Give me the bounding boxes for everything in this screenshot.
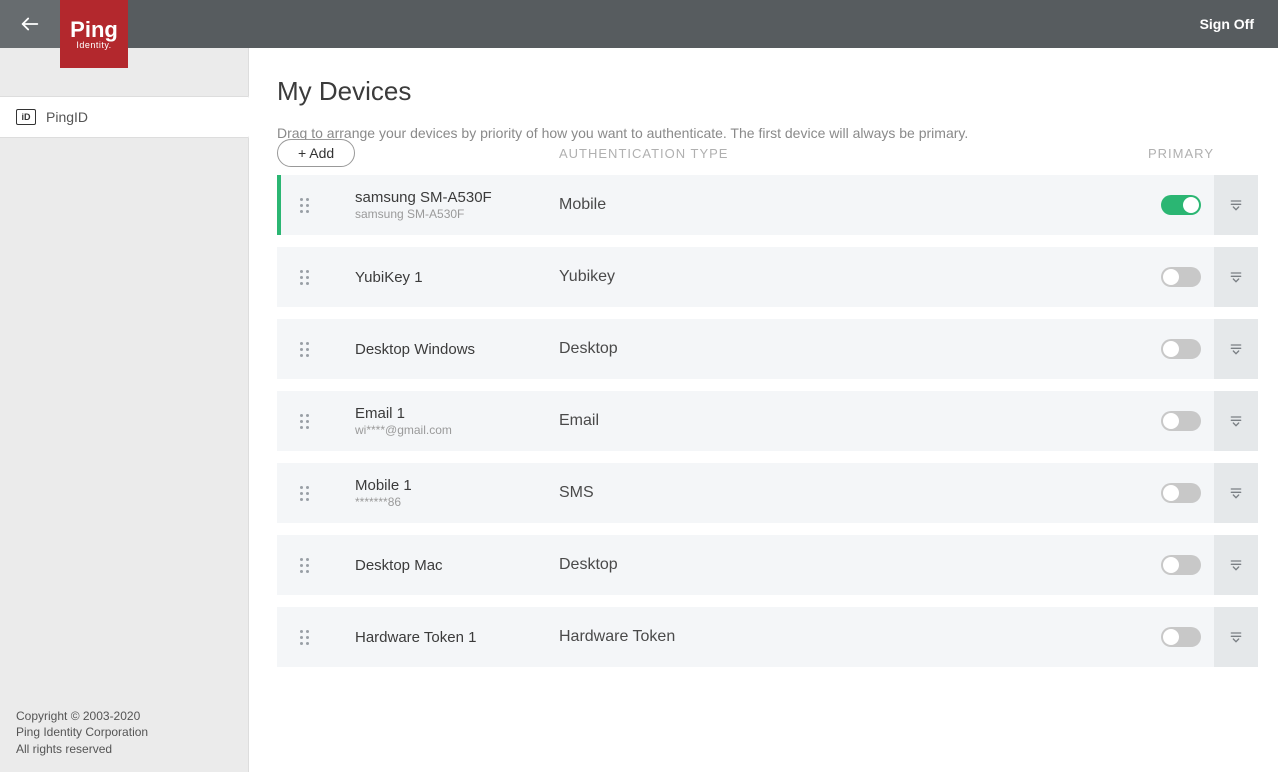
expand-icon [1228,557,1244,573]
sign-off-link[interactable]: Sign Off [1200,16,1254,32]
sidebar: iD PingID Copyright © 2003-2020 Ping Ide… [0,48,249,772]
drag-handle[interactable] [277,558,327,573]
primary-toggle[interactable] [1161,483,1201,503]
drag-handle[interactable] [277,198,327,213]
footer-copyright: Copyright © 2003-2020 [16,708,232,725]
expand-button[interactable] [1214,463,1258,523]
expand-icon [1228,413,1244,429]
expand-button[interactable] [1214,391,1258,451]
drag-handle[interactable] [277,414,327,429]
device-auth-type: Yubikey [559,268,1148,286]
device-auth-type: SMS [559,484,1148,502]
device-row: Email 1wi****@gmail.comEmail [277,391,1258,451]
pingid-icon: iD [16,109,36,125]
device-name-cell: Desktop Windows [327,341,559,358]
device-name: samsung SM-A530F [355,189,559,206]
sidebar-footer: Copyright © 2003-2020 Ping Identity Corp… [0,694,248,772]
drag-handle[interactable] [277,270,327,285]
primary-toggle[interactable] [1161,411,1201,431]
sidebar-item-label: PingID [46,109,88,125]
drag-handle[interactable] [277,630,327,645]
expand-icon [1228,197,1244,213]
primary-toggle[interactable] [1161,339,1201,359]
primary-toggle[interactable] [1161,195,1201,215]
primary-toggle-cell [1148,627,1214,647]
expand-button[interactable] [1214,175,1258,235]
device-name: Mobile 1 [355,477,559,494]
device-name: Desktop Mac [355,557,559,574]
page-title: My Devices [277,76,1258,107]
footer-company: Ping Identity Corporation [16,724,232,741]
footer-rights: All rights reserved [16,741,232,758]
back-button[interactable] [0,0,60,48]
drag-handle[interactable] [277,486,327,501]
device-row: Desktop MacDesktop [277,535,1258,595]
device-sub: wi****@gmail.com [355,423,559,437]
device-row: Hardware Token 1Hardware Token [277,607,1258,667]
expand-button[interactable] [1214,535,1258,595]
primary-toggle-cell [1148,195,1214,215]
device-name: Email 1 [355,405,559,422]
expand-button[interactable] [1214,607,1258,667]
device-auth-type: Desktop [559,340,1148,358]
table-header: + Add AUTHENTICATION TYPE PRIMARY [277,139,1258,167]
device-name: YubiKey 1 [355,269,559,286]
column-auth-type: AUTHENTICATION TYPE [559,146,1148,161]
device-row: Mobile 1*******86SMS [277,463,1258,523]
expand-button[interactable] [1214,247,1258,307]
expand-icon [1228,629,1244,645]
device-row: samsung SM-A530Fsamsung SM-A530FMobile [277,175,1258,235]
device-row: Desktop WindowsDesktop [277,319,1258,379]
expand-icon [1228,269,1244,285]
main-content: My Devices Drag to arrange your devices … [249,48,1278,772]
topbar: Ping Identity. Sign Off [0,0,1278,48]
device-sub: samsung SM-A530F [355,207,559,221]
device-row: YubiKey 1Yubikey [277,247,1258,307]
topbar-left: Ping Identity. [0,0,128,48]
add-button[interactable]: + Add [277,139,355,167]
column-primary: PRIMARY [1148,146,1258,161]
logo-sub-text: Identity. [76,40,111,50]
primary-toggle-cell [1148,267,1214,287]
device-name: Hardware Token 1 [355,629,559,646]
arrow-left-icon [19,13,41,35]
primary-toggle-cell [1148,555,1214,575]
drag-handle[interactable] [277,342,327,357]
primary-toggle-cell [1148,411,1214,431]
device-auth-type: Mobile [559,196,1148,214]
primary-toggle[interactable] [1161,267,1201,287]
expand-icon [1228,341,1244,357]
primary-toggle-cell [1148,339,1214,359]
device-name-cell: YubiKey 1 [327,269,559,286]
device-name-cell: samsung SM-A530Fsamsung SM-A530F [327,189,559,221]
ping-logo: Ping Identity. [60,0,128,68]
device-auth-type: Desktop [559,556,1148,574]
sidebar-item-pingid[interactable]: iD PingID [0,96,248,138]
logo-main-text: Ping [70,19,118,41]
primary-toggle[interactable] [1161,555,1201,575]
device-sub: *******86 [355,495,559,509]
device-list: samsung SM-A530Fsamsung SM-A530FMobile Yu… [277,175,1258,667]
expand-button[interactable] [1214,319,1258,379]
device-auth-type: Hardware Token [559,628,1148,646]
primary-toggle[interactable] [1161,627,1201,647]
device-name-cell: Mobile 1*******86 [327,477,559,509]
device-auth-type: Email [559,412,1148,430]
device-name-cell: Email 1wi****@gmail.com [327,405,559,437]
expand-icon [1228,485,1244,501]
primary-toggle-cell [1148,483,1214,503]
device-name-cell: Hardware Token 1 [327,629,559,646]
device-name: Desktop Windows [355,341,559,358]
device-name-cell: Desktop Mac [327,557,559,574]
